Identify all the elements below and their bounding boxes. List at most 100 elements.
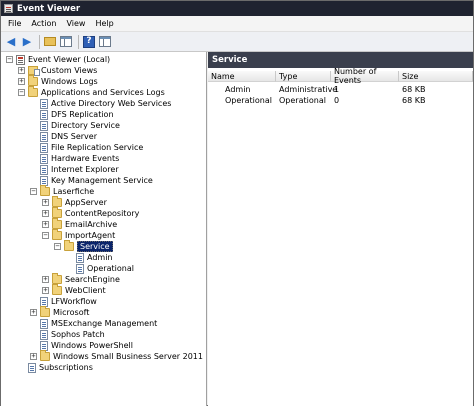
column-header-number-of-events[interactable]: Number of Events <box>331 67 399 85</box>
folder-icon <box>28 75 38 86</box>
tree-node[interactable]: Subscriptions <box>18 362 93 373</box>
help-icon[interactable]: ? <box>82 35 96 49</box>
event-viewer-app-icon <box>4 4 13 13</box>
menu-file[interactable]: File <box>3 19 26 28</box>
cell-type: Operational <box>279 96 326 105</box>
tree-node[interactable]: Operational <box>66 263 134 274</box>
tree-node[interactable]: Directory Service <box>30 120 120 131</box>
tree-node[interactable]: − Laserfiche <box>30 185 94 197</box>
tree-node-label: Hardware Events <box>51 154 120 163</box>
event-log-icon <box>40 142 48 153</box>
column-header-type[interactable]: Type <box>276 71 331 82</box>
expand-icon[interactable]: + <box>42 287 49 294</box>
event-log-icon <box>76 252 84 263</box>
pane-title: Service <box>208 52 473 68</box>
tree-node[interactable]: MSExchange Management <box>30 318 157 329</box>
tree-node-label: EmailArchive <box>65 220 118 229</box>
tree-node[interactable]: Active Directory Web Services <box>30 98 171 109</box>
tree-node[interactable]: + Windows Small Business Server 2011 Stan… <box>30 350 206 362</box>
tree-node[interactable]: File Replication Service <box>30 142 143 153</box>
tree-node[interactable]: DFS Replication <box>30 109 114 120</box>
tree-node-label: Internet Explorer <box>51 165 119 174</box>
collapse-icon[interactable]: − <box>54 243 61 250</box>
folder-up-icon[interactable] <box>43 35 57 49</box>
tree-node-label: ImportAgent <box>65 231 116 240</box>
collapse-icon[interactable]: − <box>42 232 49 239</box>
tree-node-label: Admin <box>87 253 113 262</box>
title-bar: Event Viewer <box>1 1 473 16</box>
tree-node[interactable]: DNS Server <box>30 131 97 142</box>
tree-node-label: MSExchange Management <box>51 319 158 328</box>
expand-icon[interactable]: + <box>18 67 25 74</box>
tree-node-label: WebClient <box>65 286 106 295</box>
back-arrow-icon[interactable]: ◀ <box>4 35 18 49</box>
tree-node[interactable]: Admin <box>66 252 113 263</box>
menu-action[interactable]: Action <box>26 19 61 28</box>
event-log-icon <box>40 120 48 131</box>
toolbar: ◀ ▶ ? <box>1 32 473 52</box>
cell-type: Administrative <box>279 85 338 94</box>
toolbar-separator <box>78 34 79 49</box>
tree-node[interactable]: Key Management Service <box>30 175 153 186</box>
tree-node-label: Windows Small Business Server 2011 Stand… <box>53 352 206 361</box>
tree-node-label: Key Management Service <box>51 176 153 185</box>
tree-node-label: Windows PowerShell <box>51 341 133 350</box>
tree-node[interactable]: − ImportAgent <box>42 229 116 241</box>
tree-node-label: File Replication Service <box>51 143 144 152</box>
event-log-icon <box>76 263 84 274</box>
tree-node[interactable]: Sophos Patch <box>30 329 105 340</box>
event-log-icon <box>40 164 48 175</box>
tree-node[interactable]: Internet Explorer <box>30 164 119 175</box>
collapse-icon[interactable]: − <box>18 89 25 96</box>
expand-icon[interactable]: + <box>30 309 37 316</box>
tree-node[interactable]: − Applications and Services Logs <box>18 86 165 98</box>
cell-size: 68 KB <box>402 85 426 94</box>
tree-node-label: Microsoft <box>53 308 90 317</box>
tree-node-label: Operational <box>87 264 134 273</box>
folder-icon <box>40 185 50 196</box>
tree-node-label: Applications and Services Logs <box>41 88 165 97</box>
cell-number-of-events: 0 <box>334 96 340 105</box>
window-title: Event Viewer <box>17 3 81 14</box>
expand-icon[interactable]: + <box>42 221 49 228</box>
tree-node[interactable]: Hardware Events <box>30 153 119 164</box>
event-log-icon <box>40 131 48 142</box>
event-log-icon <box>40 175 48 186</box>
properties-pane-icon[interactable] <box>98 35 112 49</box>
folder-icon <box>40 350 50 361</box>
column-header-name[interactable]: Name <box>208 71 276 82</box>
folder-icon <box>52 207 62 218</box>
tree-node[interactable]: − Event Viewer (Local) <box>6 54 110 65</box>
event-log-icon <box>40 109 48 120</box>
event-log-icon <box>40 153 48 164</box>
expand-icon[interactable]: + <box>42 276 49 283</box>
tree-node-label: Custom Views <box>41 66 98 75</box>
event-viewer-window: Event Viewer File Action View Help ◀ ▶ ?… <box>0 0 474 406</box>
collapse-icon[interactable]: − <box>30 188 37 195</box>
collapse-icon[interactable]: − <box>6 56 13 63</box>
tree-node-label: SearchEngine <box>65 275 120 284</box>
tree-node-label: Event Viewer (Local) <box>28 55 111 64</box>
expand-icon[interactable]: + <box>42 210 49 217</box>
menu-view[interactable]: View <box>61 19 90 28</box>
expand-icon[interactable]: + <box>18 78 25 85</box>
show-hide-pane-icon[interactable] <box>59 35 73 49</box>
tree-node-label: DFS Replication <box>51 110 114 119</box>
expand-icon[interactable]: + <box>42 199 49 206</box>
tree-node-label: Subscriptions <box>39 363 93 372</box>
tree-node[interactable]: + WebClient <box>42 284 106 296</box>
column-header-size[interactable]: Size <box>399 71 473 82</box>
tree-node[interactable]: − Service <box>54 240 113 252</box>
menu-help[interactable]: Help <box>90 19 118 28</box>
tree-node-label: Sophos Patch <box>51 330 105 339</box>
tree-node-label: Service <box>77 241 113 252</box>
navigation-tree[interactable]: − Event Viewer (Local) + Custom Views + Windo… <box>1 52 207 406</box>
tree-node-label: Active Directory Web Services <box>51 99 172 108</box>
tree-node-label: Windows Logs <box>41 77 98 86</box>
cell-number-of-events: 1 <box>334 85 340 94</box>
tree-node-label: AppServer <box>65 198 107 207</box>
tree-node[interactable]: + Microsoft <box>30 306 90 318</box>
log-list-pane: Service Name Type Number of Events Size … <box>208 52 473 406</box>
forward-arrow-icon[interactable]: ▶ <box>20 35 34 49</box>
expand-icon[interactable]: + <box>30 353 37 360</box>
